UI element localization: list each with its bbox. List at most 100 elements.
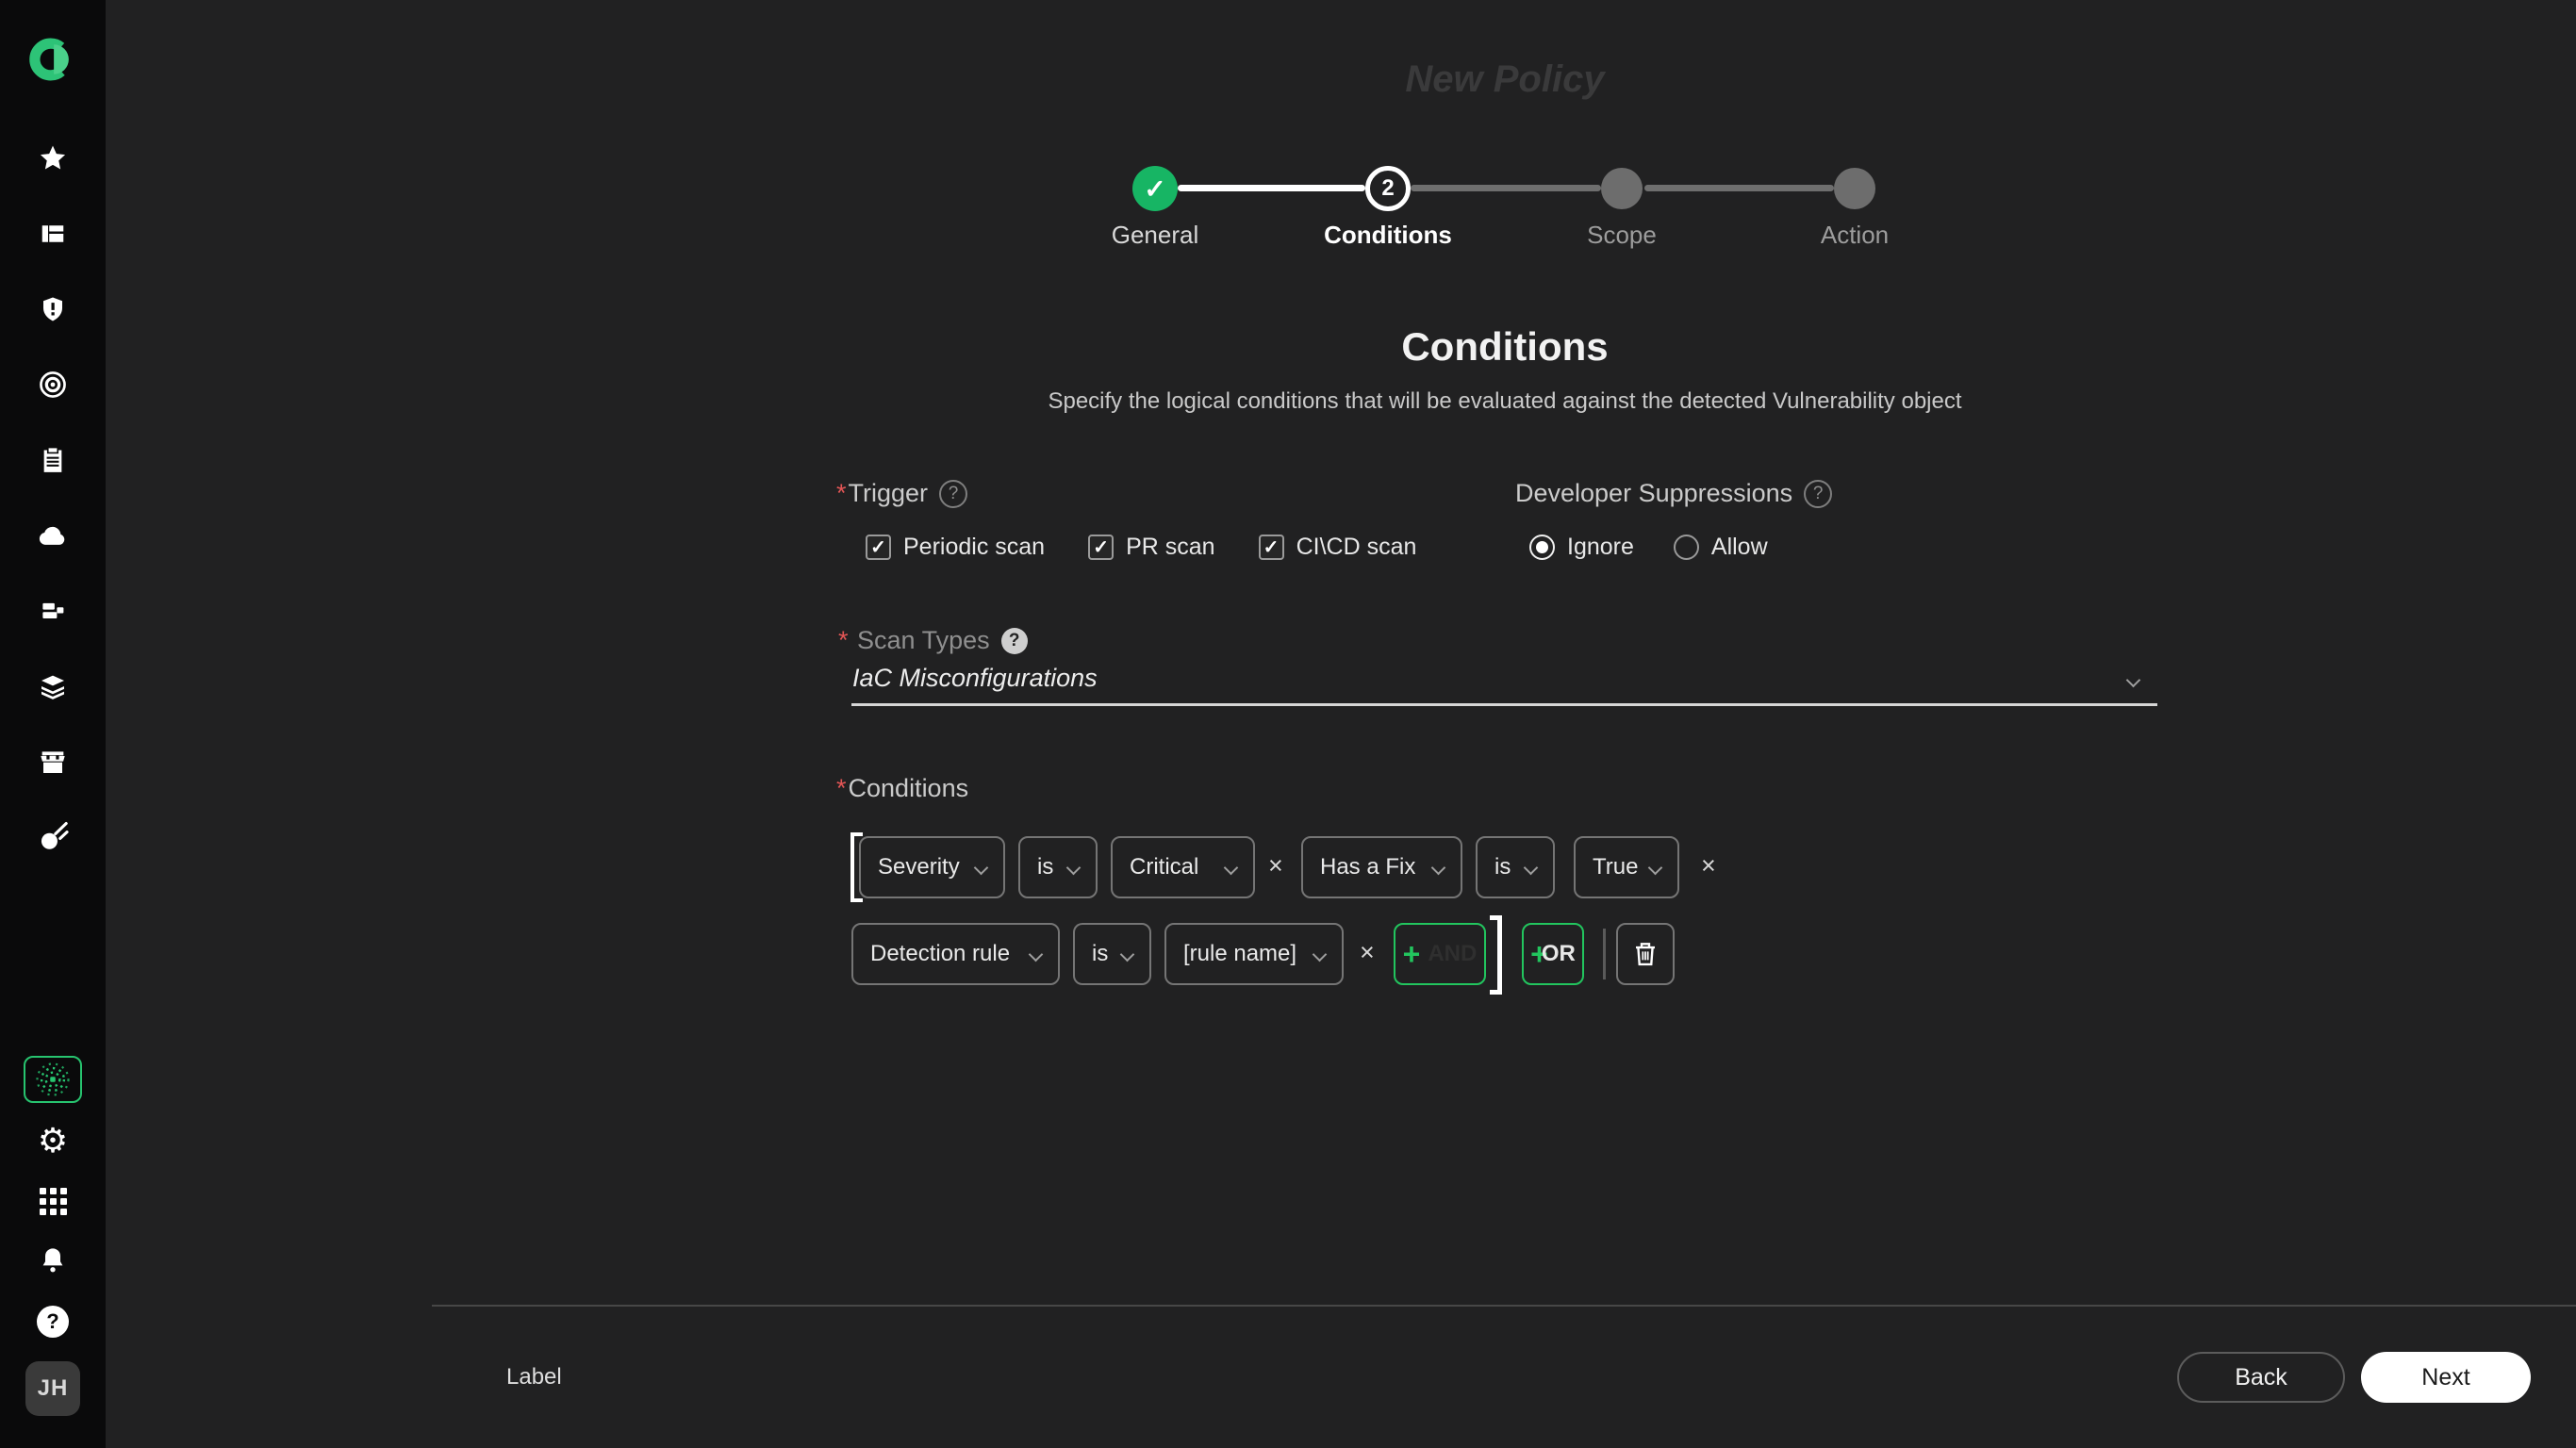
- sidebar-item-marketplace[interactable]: [0, 745, 106, 779]
- checkbox-periodic-scan[interactable]: ✓ Periodic scan: [866, 534, 1045, 561]
- shield-alert-icon: [39, 294, 67, 324]
- bell-icon: [38, 1244, 68, 1276]
- trigger-options: ✓ Periodic scan ✓ PR scan ✓ CI\CD scan: [866, 534, 1416, 561]
- condition-operator-dropdown[interactable]: is: [1073, 923, 1151, 985]
- check-icon: ✓: [1263, 535, 1280, 559]
- step-number: 2: [1381, 175, 1394, 202]
- back-button[interactable]: Back: [2177, 1352, 2345, 1403]
- step-label-scope[interactable]: Scope: [1527, 221, 1716, 250]
- scan-types-label: * Scan Types ?: [838, 626, 1028, 655]
- sidebar-item-risks[interactable]: [0, 292, 106, 326]
- chevron-down-icon: [1029, 946, 1044, 962]
- check-icon: ✓: [870, 535, 886, 559]
- layers-icon: [37, 671, 69, 701]
- app-logo[interactable]: [0, 34, 106, 85]
- sidebar-item-assets[interactable]: [0, 594, 106, 628]
- sidebar-item-help[interactable]: ?: [0, 1305, 106, 1339]
- chevron-down-icon: [1524, 860, 1539, 875]
- conditions-label: *Conditions: [836, 774, 968, 803]
- remove-condition-button[interactable]: ×: [1701, 851, 1716, 880]
- user-avatar[interactable]: JH: [0, 1360, 106, 1417]
- dashboard-icon: [39, 220, 67, 248]
- step-label-action[interactable]: Action: [1760, 221, 1949, 250]
- section-heading: Conditions: [1222, 324, 1788, 370]
- checkbox-pr-scan[interactable]: ✓ PR scan: [1088, 534, 1214, 561]
- target-icon: [38, 370, 68, 400]
- checkbox-cicd-scan[interactable]: ✓ CI\CD scan: [1259, 534, 1417, 561]
- sidebar-item-cloud[interactable]: [0, 518, 106, 552]
- chevron-down-icon: [1066, 860, 1082, 875]
- step-general-circle[interactable]: ✓: [1132, 166, 1178, 211]
- checkbox-box[interactable]: ✓: [866, 535, 891, 560]
- checkbox-box[interactable]: ✓: [1259, 535, 1284, 560]
- sidebar-item-layers[interactable]: [0, 669, 106, 703]
- group-close-bracket: [1490, 915, 1502, 995]
- sidebar-item-dashboard[interactable]: [0, 217, 106, 251]
- sidebar-item-settings[interactable]: ⚙: [0, 1122, 106, 1160]
- radio-circle[interactable]: [1674, 535, 1699, 560]
- condition-value-dropdown[interactable]: [rule name]: [1164, 923, 1344, 985]
- required-asterisk: *: [836, 774, 847, 802]
- meteor-icon: [37, 821, 69, 853]
- condition-field-dropdown[interactable]: Detection rule: [851, 923, 1060, 985]
- add-or-button[interactable]: + OR: [1522, 923, 1584, 985]
- footer-label: Label: [506, 1364, 562, 1390]
- step-scope-circle[interactable]: [1601, 168, 1643, 209]
- radio-circle[interactable]: [1529, 535, 1555, 560]
- condition-value-dropdown[interactable]: Critical: [1111, 836, 1255, 898]
- chevron-down-icon[interactable]: [2126, 673, 2141, 688]
- delete-group-button[interactable]: [1616, 923, 1675, 985]
- chevron-down-icon: [1120, 946, 1135, 962]
- blocks-icon: [38, 597, 68, 625]
- sidebar-item-favorites[interactable]: [0, 141, 106, 175]
- sidebar-item-meteor[interactable]: [0, 818, 106, 856]
- select-underline: [851, 703, 2157, 706]
- sidebar-item-policies-active[interactable]: [0, 1056, 106, 1103]
- avatar-initials: JH: [25, 1361, 80, 1416]
- footer-divider: [432, 1305, 2576, 1307]
- sidebar-item-notifications[interactable]: [0, 1242, 106, 1278]
- add-and-button[interactable]: + AND: [1394, 923, 1486, 985]
- step-conditions-circle[interactable]: 2: [1365, 166, 1411, 211]
- chevron-down-icon: [1224, 860, 1239, 875]
- condition-operator-dropdown[interactable]: is: [1476, 836, 1555, 898]
- radio-allow[interactable]: Allow: [1674, 534, 1768, 561]
- condition-value-dropdown[interactable]: True: [1574, 836, 1679, 898]
- logo-icon: [27, 34, 78, 85]
- step-action-circle[interactable]: [1834, 168, 1875, 209]
- sidebar-item-targets[interactable]: [0, 368, 106, 402]
- main-content: New Policy ✓ 2 General Conditions Scope …: [106, 0, 2576, 1448]
- condition-field-dropdown[interactable]: Severity: [859, 836, 1005, 898]
- trigger-label: *Trigger ?: [836, 479, 967, 508]
- next-button[interactable]: Next: [2361, 1352, 2531, 1403]
- chevron-down-icon: [1648, 860, 1663, 875]
- required-asterisk: *: [838, 626, 849, 654]
- sidebar-item-apps[interactable]: [0, 1184, 106, 1218]
- chevron-down-icon: [974, 860, 989, 875]
- condition-operator-dropdown[interactable]: is: [1018, 836, 1098, 898]
- dots-radar-icon: [32, 1059, 74, 1100]
- plus-icon: +: [1403, 939, 1421, 969]
- active-item-border: [24, 1056, 82, 1103]
- step-label-conditions[interactable]: Conditions: [1294, 221, 1482, 250]
- stepper-line-2: [1411, 185, 1601, 191]
- sidebar-item-reports[interactable]: [0, 443, 106, 477]
- trigger-help-icon[interactable]: ?: [939, 480, 967, 508]
- step-label-general[interactable]: General: [1061, 221, 1249, 250]
- trash-icon: [1630, 938, 1660, 970]
- clipboard-icon: [40, 445, 66, 475]
- scan-types-help-icon[interactable]: ?: [1001, 628, 1028, 654]
- remove-condition-button[interactable]: ×: [1268, 851, 1283, 880]
- condition-field-dropdown[interactable]: Has a Fix: [1301, 836, 1462, 898]
- radio-dot: [1536, 541, 1548, 553]
- stepper-line-1: [1178, 185, 1365, 191]
- stepper-line-3: [1644, 185, 1834, 191]
- required-asterisk: *: [836, 479, 847, 507]
- remove-condition-button[interactable]: ×: [1360, 938, 1375, 967]
- radio-ignore[interactable]: Ignore: [1529, 534, 1634, 561]
- scan-types-select-value[interactable]: IaC Misconfigurations: [852, 664, 1098, 693]
- chevron-down-icon: [1431, 860, 1446, 875]
- checkbox-box[interactable]: ✓: [1088, 535, 1114, 560]
- section-subheading: Specify the logical conditions that will…: [1033, 388, 1976, 415]
- suppressions-help-icon[interactable]: ?: [1804, 480, 1832, 508]
